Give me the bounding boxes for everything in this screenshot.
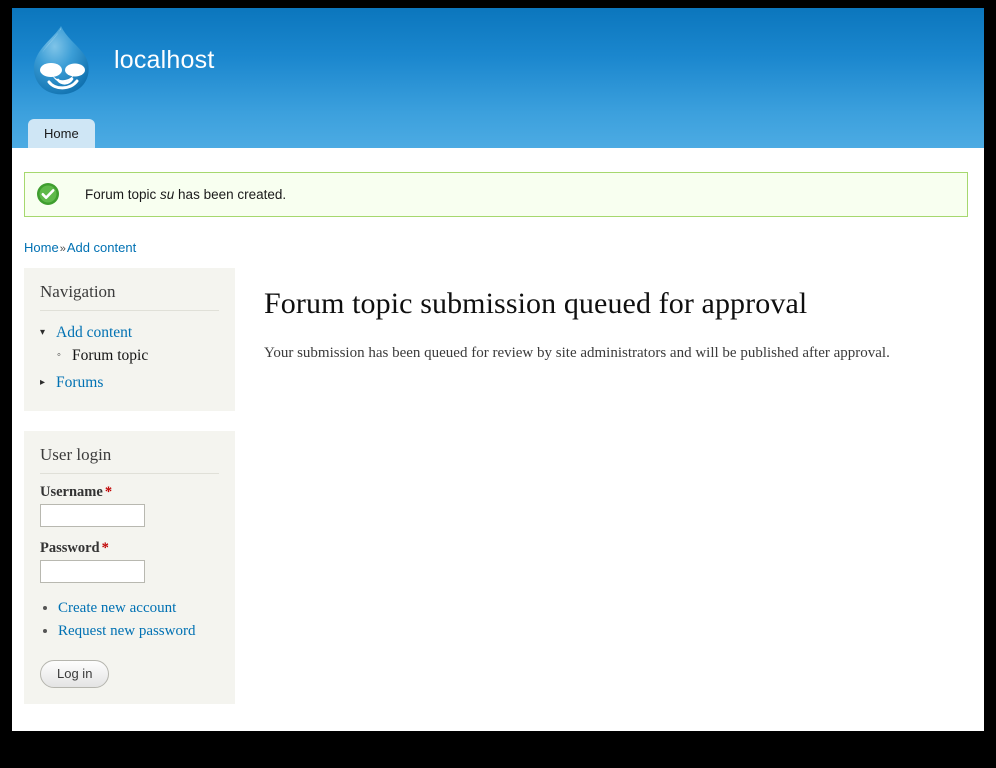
site-header: localhost Home <box>12 8 984 148</box>
screenshot-frame: localhost Home Forum topic su has been c… <box>0 0 996 768</box>
navigation-menu: ▾ Add content ◦ Forum topic ▸ Forums <box>40 320 219 395</box>
username-form-item: Username * <box>40 483 219 527</box>
nav-item-forum-topic[interactable]: ◦ Forum topic <box>56 343 219 368</box>
user-login-block-title: User login <box>40 445 219 474</box>
sidebar-first: Navigation ▾ Add content ◦ Forum topic ▸… <box>24 268 235 724</box>
breadcrumb-item-home[interactable]: Home <box>24 240 59 255</box>
block-user-login: User login Username* Password* Create ne… <box>24 431 235 704</box>
drupal-droplet-logo-icon[interactable] <box>25 22 97 98</box>
log-in-button[interactable]: Log in <box>40 660 110 688</box>
check-circle-icon <box>36 182 60 206</box>
nav-submenu-add-content: ◦ Forum topic <box>56 343 219 368</box>
status-text-emphasis: su <box>160 187 175 202</box>
main-content: Forum topic submission queued for approv… <box>264 268 964 364</box>
required-marker: * <box>104 484 113 500</box>
breadcrumb: Home»Add content <box>24 240 984 255</box>
password-input[interactable] <box>40 560 145 583</box>
nav-link-add-content[interactable]: Add content <box>56 324 132 341</box>
password-form-item: Password * <box>40 539 219 583</box>
triangle-down-icon[interactable]: ▾ <box>40 322 45 343</box>
username-input[interactable] <box>40 504 145 527</box>
username-label-text: Username <box>40 484 103 500</box>
site-name[interactable]: localhost <box>114 46 214 75</box>
status-text-after: has been created. <box>174 187 287 202</box>
menu-item-home[interactable]: Home <box>28 119 95 148</box>
request-new-password-link[interactable]: Request new password <box>58 623 195 639</box>
password-label: Password * <box>40 539 219 557</box>
nav-label-forum-topic: Forum topic <box>72 347 149 364</box>
page-title: Forum topic submission queued for approv… <box>264 287 808 320</box>
content-body-text: Your submission has been queued for revi… <box>264 345 890 361</box>
nav-item-add-content[interactable]: ▾ Add content ◦ Forum topic <box>40 320 219 370</box>
triangle-right-icon[interactable]: ▸ <box>40 372 45 393</box>
username-label: Username * <box>40 483 219 501</box>
status-message-text: Forum topic su has been created. <box>85 184 957 205</box>
block-navigation: Navigation ▾ Add content ◦ Forum topic ▸… <box>24 268 235 411</box>
status-message: Forum topic su has been created. <box>24 172 968 217</box>
breadcrumb-item-add-content[interactable]: Add content <box>67 240 136 255</box>
circle-bullet-icon: ◦ <box>57 349 61 361</box>
browser-page: localhost Home Forum topic su has been c… <box>12 8 984 731</box>
nav-item-forums[interactable]: ▸ Forums <box>40 370 219 395</box>
page-body: Forum topic su has been created. Home»Ad… <box>12 172 984 731</box>
main-menu: Home <box>28 119 95 148</box>
navigation-block-title: Navigation <box>40 282 219 311</box>
list-item[interactable]: Create new account <box>58 597 219 620</box>
create-new-account-link[interactable]: Create new account <box>58 600 176 616</box>
status-text-before: Forum topic <box>85 187 161 202</box>
list-item[interactable]: Request new password <box>58 620 219 643</box>
user-login-links: Create new account Request new password <box>40 597 219 643</box>
breadcrumb-separator: » <box>59 243 66 255</box>
required-marker: * <box>101 540 109 556</box>
nav-link-forums[interactable]: Forums <box>56 374 103 391</box>
password-label-text: Password <box>40 540 100 556</box>
